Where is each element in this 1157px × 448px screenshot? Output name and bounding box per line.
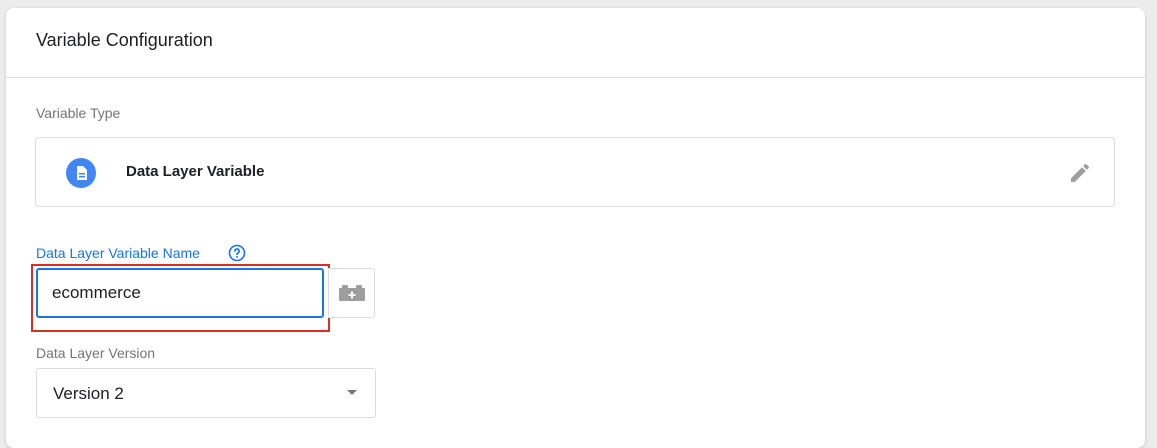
document-icon xyxy=(66,158,96,188)
card-header: Variable Configuration xyxy=(6,8,1145,78)
variable-configuration-card: Variable Configuration Variable Type Dat… xyxy=(6,8,1145,448)
card-title: Variable Configuration xyxy=(36,30,213,50)
variable-type-box[interactable]: Data Layer Variable xyxy=(35,137,1115,207)
variable-type-label: Variable Type xyxy=(36,105,121,121)
version-label: Data Layer Version xyxy=(36,345,156,361)
variable-name-label: Data Layer Variable Name xyxy=(36,245,200,261)
highlight-box xyxy=(31,264,330,332)
help-circle-icon[interactable] xyxy=(228,244,246,262)
variable-picker-button[interactable] xyxy=(328,268,375,318)
dropdown-arrow-icon xyxy=(347,390,357,395)
variable-type-name: Data Layer Variable xyxy=(126,163,265,180)
pencil-icon[interactable] xyxy=(1068,161,1092,185)
version-selected-value: Version 2 xyxy=(53,384,124,403)
version-select[interactable]: Version 2 xyxy=(36,368,376,418)
